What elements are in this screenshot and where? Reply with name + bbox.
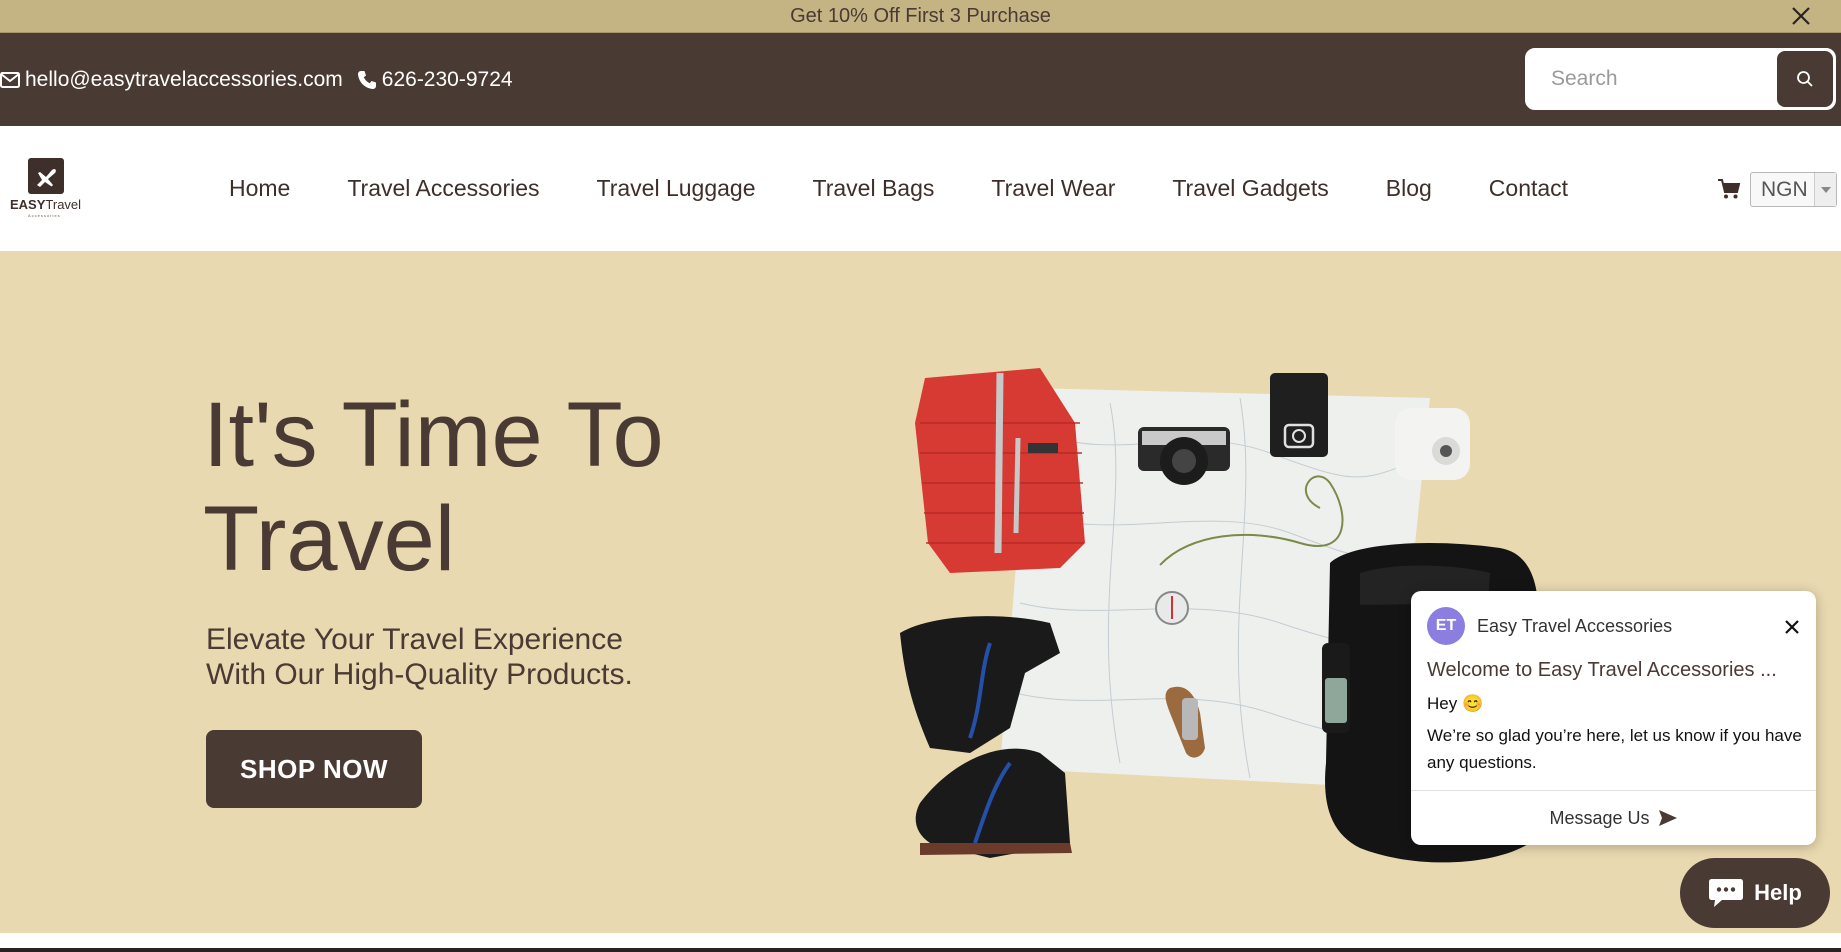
- chat-bubble-icon: [1709, 879, 1744, 907]
- nav-item-travel-gadgets[interactable]: Travel Gadgets: [1172, 175, 1328, 202]
- search-icon: [1797, 71, 1813, 87]
- search-box: [1525, 48, 1836, 110]
- nav-item-travel-wear[interactable]: Travel Wear: [991, 175, 1115, 202]
- nav-item-travel-luggage[interactable]: Travel Luggage: [597, 175, 756, 202]
- nav-item-travel-accessories[interactable]: Travel Accessories: [347, 175, 539, 202]
- email-text: hello@easytravelaccessories.com: [25, 67, 343, 91]
- phone-link[interactable]: 626-230-9724: [357, 68, 513, 92]
- chat-welcome-title: Welcome to Easy Travel Accessories ...: [1427, 659, 1777, 681]
- chevron-down-icon: [1814, 173, 1836, 206]
- chat-brand-name: Easy Travel Accessories: [1477, 616, 1673, 636]
- search-input[interactable]: [1526, 49, 1778, 109]
- contact-info: hello@easytravelaccessories.com 626-230-…: [0, 33, 527, 126]
- nav-menu: Home Travel Accessories Travel Luggage T…: [229, 126, 1568, 251]
- close-icon[interactable]: [1782, 617, 1802, 637]
- bottom-divider: [0, 948, 1841, 952]
- announcement-bar: Get 10% Off First 3 Purchase: [0, 0, 1841, 33]
- currency-value: NGN: [1761, 177, 1808, 201]
- logo-wordmark: EASYTravel: [10, 197, 82, 212]
- nav-item-home[interactable]: Home: [229, 175, 290, 202]
- logo-mark: [28, 158, 64, 194]
- page-bottom-strip: [0, 933, 1841, 952]
- nav-item-blog[interactable]: Blog: [1386, 175, 1432, 202]
- shop-now-button[interactable]: SHOP NOW: [206, 730, 422, 808]
- main-navigation: EASYTravel Accessories Home Travel Acces…: [0, 126, 1841, 251]
- hero-subtitle: Elevate Your Travel Experience With Our H…: [206, 623, 633, 691]
- message-us-button[interactable]: Message Us: [1411, 791, 1816, 845]
- contact-bar: hello@easytravelaccessories.com 626-230-…: [0, 33, 1841, 126]
- plane-icon: [37, 169, 56, 187]
- phone-text: 626-230-9724: [381, 67, 513, 91]
- email-link[interactable]: hello@easytravelaccessories.com: [0, 68, 343, 92]
- help-label: Help: [1754, 880, 1802, 905]
- send-icon: [1658, 810, 1677, 826]
- nav-item-travel-bags[interactable]: Travel Bags: [813, 175, 935, 202]
- site-logo[interactable]: EASYTravel Accessories: [10, 158, 82, 218]
- phone-icon: [357, 70, 376, 89]
- search-button[interactable]: [1777, 51, 1833, 107]
- mail-icon: [0, 71, 20, 88]
- chat-avatar: ET: [1427, 607, 1465, 645]
- announcement-text: Get 10% Off First 3 Purchase: [790, 4, 1051, 27]
- help-chat-button[interactable]: Help: [1680, 858, 1830, 928]
- chat-popup: ET Easy Travel Accessories Welcome to Ea…: [1411, 591, 1816, 845]
- close-icon[interactable]: [1787, 2, 1815, 30]
- nav-item-contact[interactable]: Contact: [1489, 175, 1568, 202]
- cart-icon[interactable]: [1717, 178, 1741, 200]
- chat-message: We’re so glad you’re here, let us know i…: [1427, 726, 1802, 772]
- logo-tagline: Accessories: [28, 213, 61, 218]
- hero-title: It's Time To Travel: [203, 384, 664, 590]
- chat-greeting: Hey 😊: [1427, 694, 1484, 713]
- message-us-label: Message Us: [1549, 807, 1650, 828]
- currency-select[interactable]: NGN: [1750, 172, 1837, 207]
